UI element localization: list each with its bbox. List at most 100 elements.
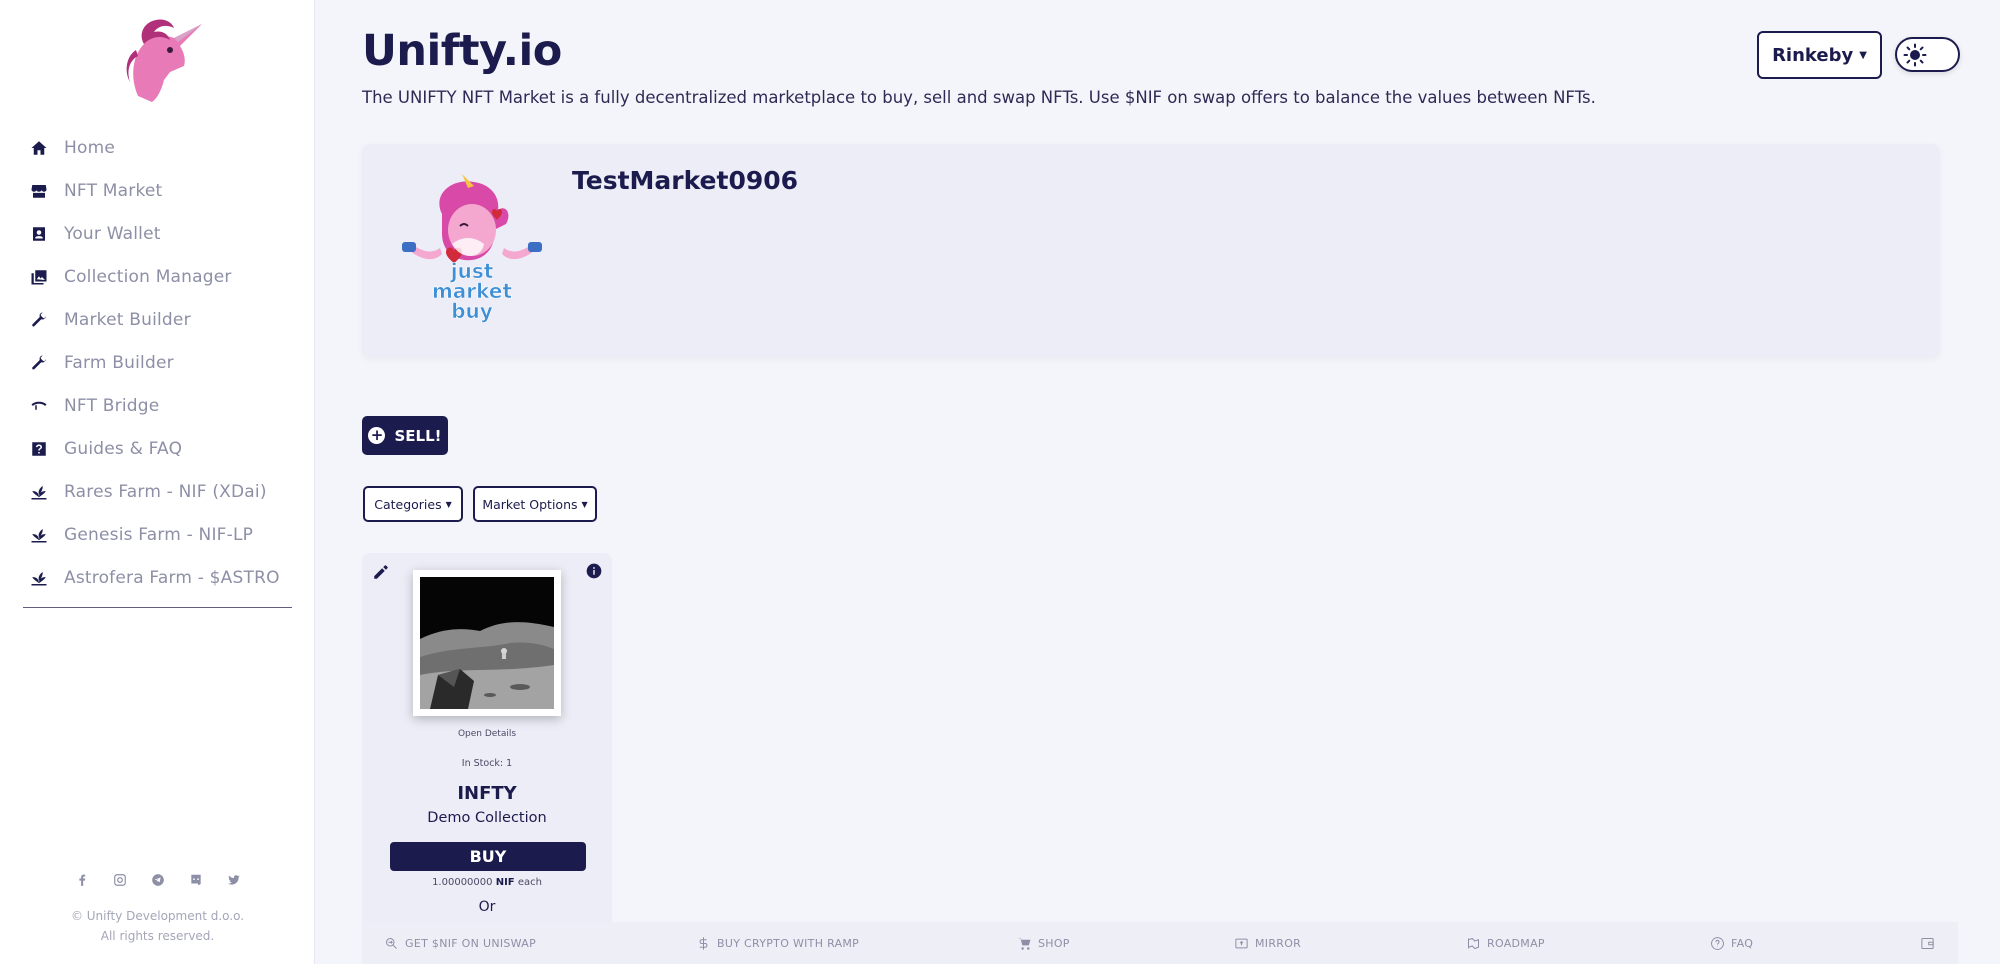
footer-link-label: BUY CRYPTO WITH RAMP — [717, 936, 860, 950]
home-icon — [30, 139, 48, 157]
footer-wallet-button[interactable] — [1920, 922, 1935, 964]
info-icon[interactable] — [586, 563, 602, 579]
nft-price: 1.00000000 NIF each — [362, 877, 612, 888]
farm-icon — [30, 483, 48, 501]
page-description: The UNIFTY NFT Market is a fully decentr… — [362, 88, 1596, 107]
sidebar-item-astrofera-farm[interactable]: Astrofera Farm - $ASTRO — [0, 556, 315, 599]
telegram-icon[interactable] — [150, 872, 166, 888]
copyright: © Unifty Development d.o.o. All rights r… — [0, 906, 315, 946]
copyright-line: All rights reserved. — [100, 929, 215, 943]
help-icon — [30, 440, 48, 458]
network-dropdown[interactable]: Rinkeby ▼ — [1757, 31, 1882, 79]
footer-link-label: GET $NIF ON UNISWAP — [405, 936, 537, 950]
footer-link-faq[interactable]: FAQ — [1710, 922, 1753, 964]
sidebar-item-label: Guides & FAQ — [64, 438, 183, 459]
nft-collection-name: Demo Collection — [427, 810, 547, 826]
footer-link-label: FAQ — [1731, 936, 1754, 950]
price-currency: NIF — [495, 877, 515, 888]
caret-down-icon: ▼ — [445, 499, 452, 509]
sidebar-item-label: Farm Builder — [64, 352, 174, 373]
nft-image-moon-surface[interactable] — [420, 577, 554, 709]
sidebar-item-nft-market[interactable]: NFT Market — [0, 169, 315, 212]
plus-circle-icon: + — [368, 427, 386, 444]
sidebar-item-label: NFT Bridge — [64, 395, 160, 416]
instagram-icon[interactable] — [112, 872, 128, 888]
avatar-text: buy — [451, 299, 493, 323]
store-icon — [30, 182, 48, 200]
network-label: Rinkeby — [1772, 44, 1854, 66]
sidebar-item-nft-bridge[interactable]: NFT Bridge — [0, 384, 315, 427]
facebook-icon[interactable] — [74, 872, 90, 888]
sidebar-item-market-builder[interactable]: Market Builder — [0, 298, 315, 341]
page-title: Unifty.io — [362, 26, 562, 76]
sidebar-item-guides-faq[interactable]: Guides & FAQ — [0, 427, 315, 470]
market-options-dropdown[interactable]: Market Options ▼ — [473, 486, 597, 522]
categories-dropdown[interactable]: Categories ▼ — [363, 486, 463, 522]
sidebar-item-farm-builder[interactable]: Farm Builder — [0, 341, 315, 384]
sidebar-item-label: Your Wallet — [64, 223, 161, 244]
sidebar-item-label: Rares Farm - NIF (XDai) — [64, 481, 267, 502]
sidebar-item-label: Collection Manager — [64, 266, 232, 287]
sidebar-item-label: Genesis Farm - NIF-LP — [64, 524, 254, 545]
pencil-icon[interactable] — [372, 563, 390, 581]
market-header-card: just market buy TestMarket0906 — [362, 144, 1940, 358]
footer-link-roadmap[interactable]: ROADMAP — [1466, 922, 1545, 964]
footer-link-label: MIRROR — [1255, 936, 1302, 950]
wrench-icon — [30, 311, 48, 329]
nft-image-frame[interactable] — [413, 570, 561, 716]
sidebar-divider — [23, 607, 292, 608]
farm-icon — [30, 569, 48, 587]
categories-label: Categories — [374, 496, 442, 512]
sell-button[interactable]: + SELL! — [362, 416, 448, 455]
footer-link-mirror[interactable]: MIRROR — [1234, 922, 1301, 964]
mirror-icon — [1235, 938, 1248, 948]
sidebar-item-label: Home — [64, 137, 116, 158]
theme-toggle[interactable] — [1895, 37, 1960, 72]
question-icon — [1711, 936, 1724, 950]
sidebar-nav: Home NFT Market Your Wallet Collection M… — [0, 126, 315, 599]
bottom-bar: GET $NIF ON UNISWAP BUY CRYPTO WITH RAMP… — [362, 922, 1958, 964]
sidebar-item-home[interactable]: Home — [0, 126, 315, 169]
sun-icon — [1903, 43, 1927, 67]
footer-link-label: SHOP — [1038, 936, 1070, 950]
unicorn-logo[interactable] — [108, 16, 208, 108]
price-suffix: each — [517, 877, 542, 888]
twitter-icon[interactable] — [226, 872, 242, 888]
swap-icon — [386, 937, 397, 949]
footer-link-label: ROADMAP — [1487, 936, 1545, 950]
collections-icon — [30, 268, 48, 286]
nft-card: Open Details In Stock: 1 INFTY Demo Coll… — [362, 553, 612, 964]
sidebar-item-label: Market Builder — [64, 309, 191, 330]
sidebar-item-label: Astrofera Farm - $ASTRO — [64, 567, 280, 588]
sidebar-item-your-wallet[interactable]: Your Wallet — [0, 212, 315, 255]
nft-name: INFTY — [457, 783, 517, 804]
wallet-icon — [1921, 937, 1934, 949]
footer-link-uniswap[interactable]: GET $NIF ON UNISWAP — [384, 922, 536, 964]
bridge-icon — [30, 397, 48, 415]
social-links — [0, 872, 315, 888]
stock-count: In Stock: 1 — [461, 758, 513, 769]
caret-down-icon: ▼ — [581, 499, 588, 509]
market-name: TestMarket0906 — [572, 166, 799, 195]
wallet-icon — [30, 225, 48, 243]
sell-label: SELL! — [394, 426, 442, 445]
dollar-icon — [699, 936, 708, 950]
copyright-line: © Unifty Development d.o.o. — [70, 909, 245, 923]
sidebar-item-label: NFT Market — [64, 180, 163, 201]
sidebar-item-genesis-farm[interactable]: Genesis Farm - NIF-LP — [0, 513, 315, 556]
cart-icon — [1018, 937, 1031, 950]
sidebar-item-rares-farm[interactable]: Rares Farm - NIF (XDai) — [0, 470, 315, 513]
sidebar: Home NFT Market Your Wallet Collection M… — [0, 0, 315, 964]
price-amount: 1.00000000 — [432, 877, 493, 888]
roadmap-icon — [1468, 937, 1479, 949]
buy-button[interactable]: BUY — [390, 842, 586, 871]
sidebar-item-collection-manager[interactable]: Collection Manager — [0, 255, 315, 298]
discord-icon[interactable] — [188, 872, 204, 888]
caret-down-icon: ▼ — [1859, 49, 1867, 61]
footer-link-ramp[interactable]: BUY CRYPTO WITH RAMP — [696, 922, 859, 964]
market-avatar-image: just market buy — [402, 174, 542, 323]
farm-icon — [30, 526, 48, 544]
footer-link-shop[interactable]: SHOP — [1017, 922, 1070, 964]
wrench-icon — [30, 354, 48, 372]
open-details-link[interactable]: Open Details — [362, 729, 612, 739]
